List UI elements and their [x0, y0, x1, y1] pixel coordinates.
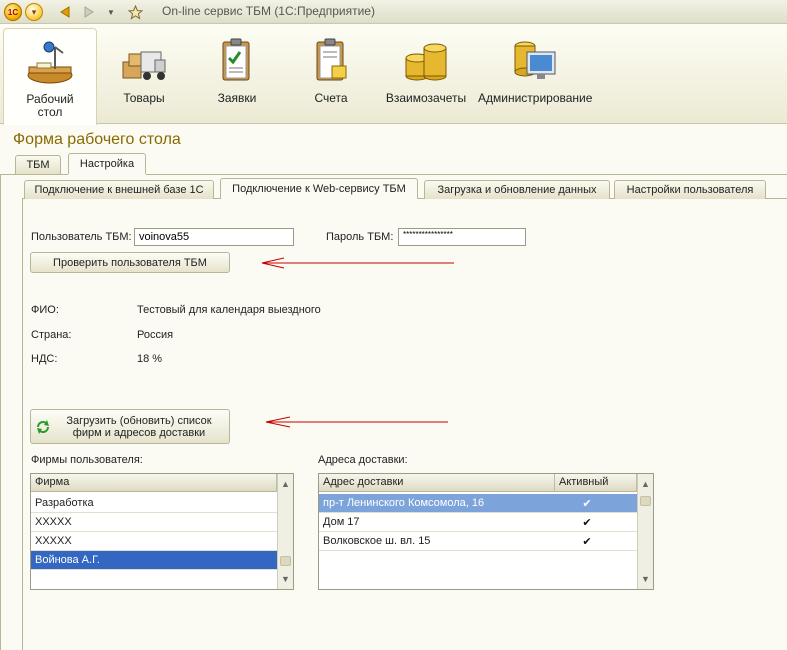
subtab-user-settings[interactable]: Настройки пользователя	[614, 180, 766, 199]
section-goods[interactable]: Товары	[103, 28, 185, 122]
subtab-external-1c[interactable]: Подключение к внешней базе 1С	[24, 180, 214, 199]
addresses-label: Адреса доставки:	[318, 454, 408, 466]
active-column-header[interactable]: Активный	[555, 474, 637, 492]
password-label: Пароль ТБМ:	[326, 231, 394, 243]
back-arrow-icon[interactable]	[56, 3, 74, 21]
scroll-down-icon[interactable]: ▼	[638, 571, 653, 587]
window-titlebar: 1С ▾ ▼ On-line сервис ТБМ (1С:Предприяти…	[0, 0, 787, 24]
section-invoices[interactable]: Счета	[290, 28, 372, 122]
user-input[interactable]: voinova55	[134, 228, 294, 246]
section-panel: Рабочий стол Товары Заявки Счета Взаимоз…	[0, 24, 787, 125]
addresses-scrollbar[interactable]: ▲ ▼	[637, 474, 653, 589]
subtab-web-service[interactable]: Подключение к Web-сервису ТБМ	[220, 178, 418, 199]
annotation-arrow-2	[265, 416, 448, 428]
section-orders[interactable]: Заявки	[196, 28, 278, 122]
monitor-database-icon	[514, 41, 556, 79]
section-settlements[interactable]: Взаимозачеты	[383, 28, 469, 122]
tabs-panel-border	[0, 174, 1, 650]
orders-clipboard-icon	[222, 38, 250, 81]
scroll-down-icon[interactable]: ▼	[278, 571, 293, 587]
firms-column-header[interactable]: Фирма	[31, 474, 277, 492]
scroll-up-icon[interactable]: ▲	[278, 476, 293, 492]
firms-table[interactable]: Фирма Разработка XXXXX XXXXX Войнова А.Г…	[30, 473, 294, 590]
subtab-data-update[interactable]: Загрузка и обновление данных	[424, 180, 610, 199]
user-label: Пользователь ТБМ:	[31, 231, 132, 243]
table-row[interactable]: Волковское ш. вл. 15 ✔	[319, 532, 637, 551]
check-icon[interactable]: ✔	[555, 494, 619, 513]
table-row[interactable]: XXXXX	[31, 513, 277, 532]
tabs-divider	[0, 174, 68, 175]
fio-value: Тестовый для календаря выездного	[137, 304, 321, 316]
invoices-clipboard-icon	[316, 38, 347, 81]
tabs-divider	[146, 174, 787, 175]
firms-label: Фирмы пользователя:	[31, 454, 143, 466]
dropdown-icon[interactable]: ▼	[102, 3, 120, 21]
section-administration[interactable]: Администрирование	[478, 28, 592, 122]
table-row[interactable]: XXXXX	[31, 532, 277, 551]
firms-scrollbar[interactable]: ▲ ▼	[277, 474, 293, 589]
fio-label: ФИО:	[31, 304, 59, 316]
scroll-thumb[interactable]	[280, 556, 291, 566]
forward-arrow-icon[interactable]	[80, 3, 98, 21]
address-column-header[interactable]: Адрес доставки	[319, 474, 555, 492]
load-firms-button[interactable]: Загрузить (обновить) список фирм и адрес…	[30, 409, 230, 444]
form-title: Форма рабочего стола	[13, 131, 181, 148]
goods-truck-icon	[122, 51, 166, 80]
1c-logo-icon[interactable]: 1С	[4, 3, 22, 21]
desktop-icon	[27, 41, 73, 84]
coins-icon	[405, 43, 447, 81]
table-row-selected[interactable]: Войнова А.Г.	[31, 551, 277, 570]
table-row[interactable]: Дом 17 ✔	[319, 513, 637, 532]
table-row[interactable]: Разработка	[31, 494, 277, 513]
vat-label: НДС:	[31, 353, 58, 365]
tab-settings[interactable]: Настройка	[68, 153, 146, 174]
vat-value: 18 %	[137, 353, 163, 365]
scroll-up-icon[interactable]: ▲	[638, 476, 653, 492]
main-menu-icon[interactable]: ▾	[25, 3, 43, 21]
country-label: Страна:	[31, 329, 72, 341]
check-user-button[interactable]: Проверить пользователя ТБМ	[30, 252, 230, 273]
tab-tbm[interactable]: ТБМ	[15, 155, 61, 174]
addresses-table[interactable]: Адрес доставки Активный пр-т Ленинского …	[318, 473, 654, 590]
window-title: On-line сервис ТБМ (1С:Предприятие)	[162, 4, 375, 18]
load-firms-label: Загрузить (обновить) список фирм и адрес…	[66, 414, 212, 439]
annotation-arrow-1	[261, 257, 454, 269]
password-input[interactable]: ****************	[398, 228, 526, 246]
refresh-icon	[37, 420, 49, 434]
country-value: Россия	[137, 329, 174, 341]
check-icon[interactable]: ✔	[555, 513, 619, 532]
section-desktop[interactable]: Рабочий стол	[3, 28, 97, 125]
check-icon[interactable]: ✔	[555, 532, 619, 551]
table-row-selected[interactable]: пр-т Ленинского Комсомола, 16 ✔	[319, 494, 637, 513]
scroll-thumb[interactable]	[640, 496, 651, 506]
favorite-star-icon[interactable]	[126, 3, 144, 21]
